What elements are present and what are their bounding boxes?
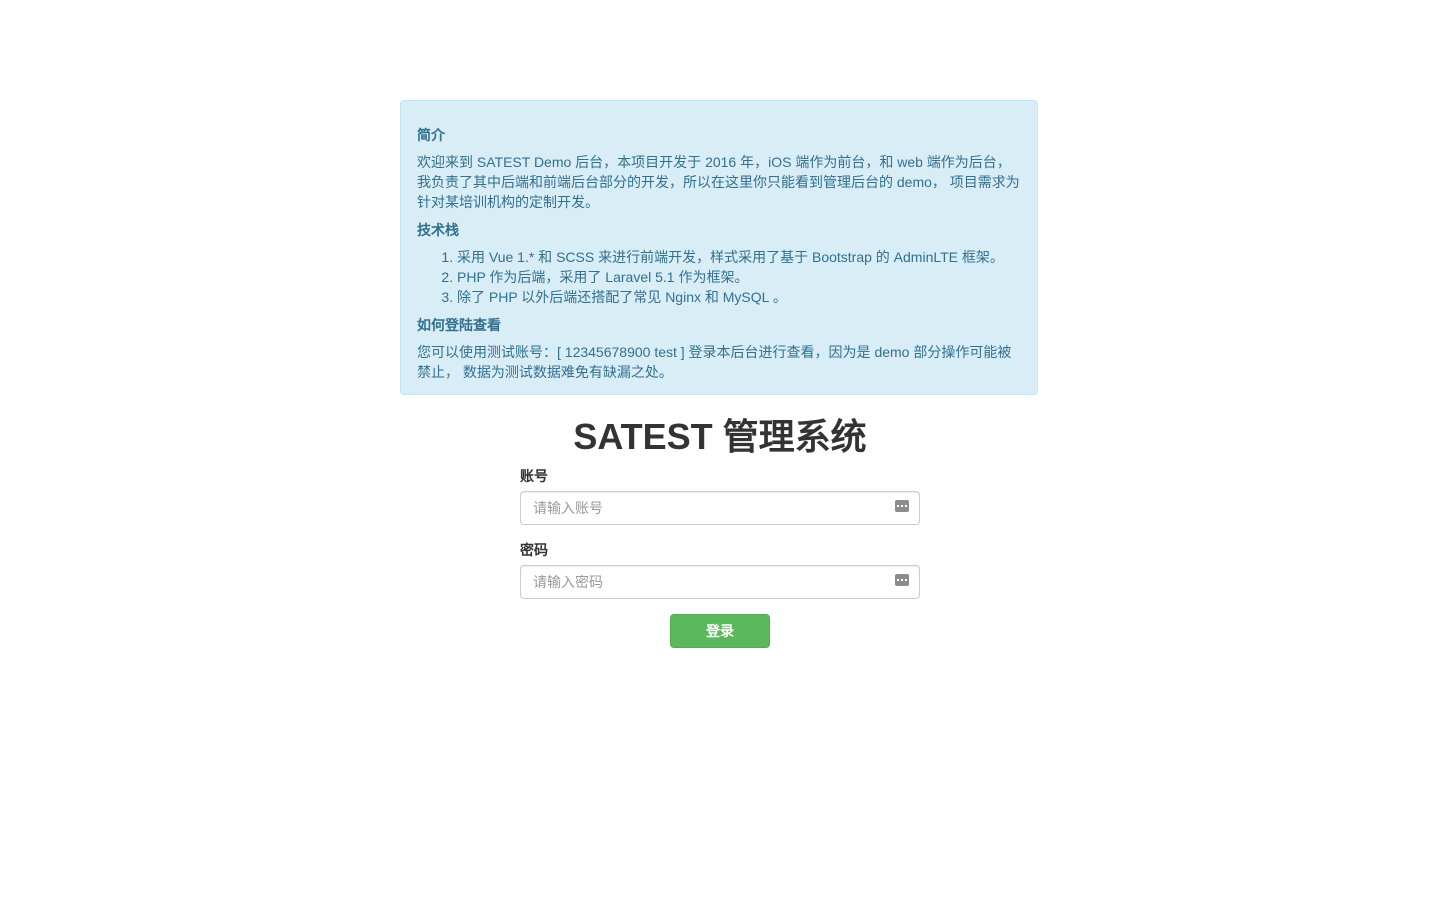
intro-title: 简介 [417,127,445,143]
list-item: PHP 作为后端，采用了 Laravel 5.1 作为框架。 [457,267,1021,287]
tech-stack-title: 技术栈 [417,222,459,238]
list-item: 除了 PHP 以外后端还搭配了常见 Nginx 和 MySQL 。 [457,287,1021,307]
login-button[interactable]: 登录 [670,614,770,648]
login-help-text: 您可以使用测试账号：[ 12345678900 test ] 登录本后台进行查看… [417,344,1012,380]
keychain-icon[interactable] [895,500,909,512]
login-help-title: 如何登陆查看 [417,317,501,333]
account-label: 账号 [520,468,548,484]
intro-alert: 简介 欢迎来到 SATEST Demo 后台，本项目开发于 2016 年，iOS… [400,100,1038,395]
password-input[interactable] [520,565,920,599]
list-item: 采用 Vue 1.* 和 SCSS 来进行前端开发，样式采用了基于 Bootst… [457,247,1021,267]
account-input[interactable] [520,491,920,525]
password-label: 密码 [520,542,548,558]
keychain-icon[interactable] [895,574,909,586]
intro-text: 欢迎来到 SATEST Demo 后台，本项目开发于 2016 年，iOS 端作… [417,154,1020,210]
page-title: SATEST 管理系统 [573,416,867,457]
tech-stack-list: 采用 Vue 1.* 和 SCSS 来进行前端开发，样式采用了基于 Bootst… [417,247,1021,307]
